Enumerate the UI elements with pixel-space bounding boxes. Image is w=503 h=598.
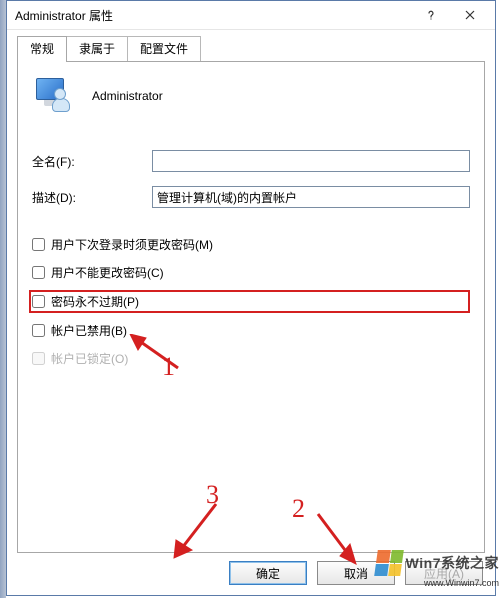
user-display-name: Administrator <box>92 89 163 103</box>
description-label: 描述(D): <box>32 189 152 206</box>
never-expire-label: 密码永不过期(P) <box>51 293 139 310</box>
account-locked-label: 帐户已锁定(O) <box>51 350 128 367</box>
tabstrip: 常规 隶属于 配置文件 <box>17 38 485 61</box>
close-button[interactable] <box>449 4 491 26</box>
client-area: 常规 隶属于 配置文件 Administrator 全名(F): 描述(D): <box>7 30 495 595</box>
must-change-checkbox[interactable] <box>32 238 45 251</box>
cancel-button[interactable]: 取消 <box>317 561 395 585</box>
properties-dialog: Administrator 属性 常规 隶属于 配置文件 Administrat… <box>6 0 496 596</box>
account-locked-checkbox <box>32 352 45 365</box>
dialog-button-row: 确定 取消 应用(A) <box>17 553 485 585</box>
user-account-icon <box>36 78 72 114</box>
tab-panel-general: Administrator 全名(F): 描述(D): 用户下次登录时须更改密码… <box>17 61 485 553</box>
full-name-input[interactable] <box>152 150 470 172</box>
watermark-url: www.Winwin7.com <box>424 578 499 588</box>
cannot-change-checkbox[interactable] <box>32 266 45 279</box>
titlebar[interactable]: Administrator 属性 <box>7 1 495 30</box>
highlight-never-expire: 密码永不过期(P) <box>29 290 470 313</box>
help-button[interactable] <box>413 4 449 26</box>
checkbox-cannot-change-password[interactable]: 用户不能更改密码(C) <box>32 264 470 281</box>
cannot-change-label: 用户不能更改密码(C) <box>51 264 164 281</box>
ok-button[interactable]: 确定 <box>229 561 307 585</box>
must-change-label: 用户下次登录时须更改密码(M) <box>51 236 213 253</box>
checkbox-account-locked: 帐户已锁定(O) <box>32 350 470 367</box>
tab-general[interactable]: 常规 <box>17 36 67 62</box>
description-input[interactable] <box>152 186 470 208</box>
never-expire-checkbox[interactable] <box>32 295 45 308</box>
full-name-label: 全名(F): <box>32 153 152 170</box>
tab-memberof[interactable]: 隶属于 <box>66 36 128 61</box>
user-header: Administrator <box>32 74 470 130</box>
tab-profile[interactable]: 配置文件 <box>127 36 201 61</box>
form-grid: 全名(F): 描述(D): <box>32 150 470 208</box>
checkbox-password-never-expires[interactable]: 密码永不过期(P) <box>32 293 139 310</box>
account-disabled-checkbox[interactable] <box>32 324 45 337</box>
checkbox-group: 用户下次登录时须更改密码(M) 用户不能更改密码(C) 密码永不过期(P) 帐户… <box>32 236 470 367</box>
checkbox-account-disabled[interactable]: 帐户已禁用(B) <box>32 322 470 339</box>
window-title: Administrator 属性 <box>15 7 413 24</box>
account-disabled-label: 帐户已禁用(B) <box>51 322 127 339</box>
checkbox-must-change-password[interactable]: 用户下次登录时须更改密码(M) <box>32 236 470 253</box>
